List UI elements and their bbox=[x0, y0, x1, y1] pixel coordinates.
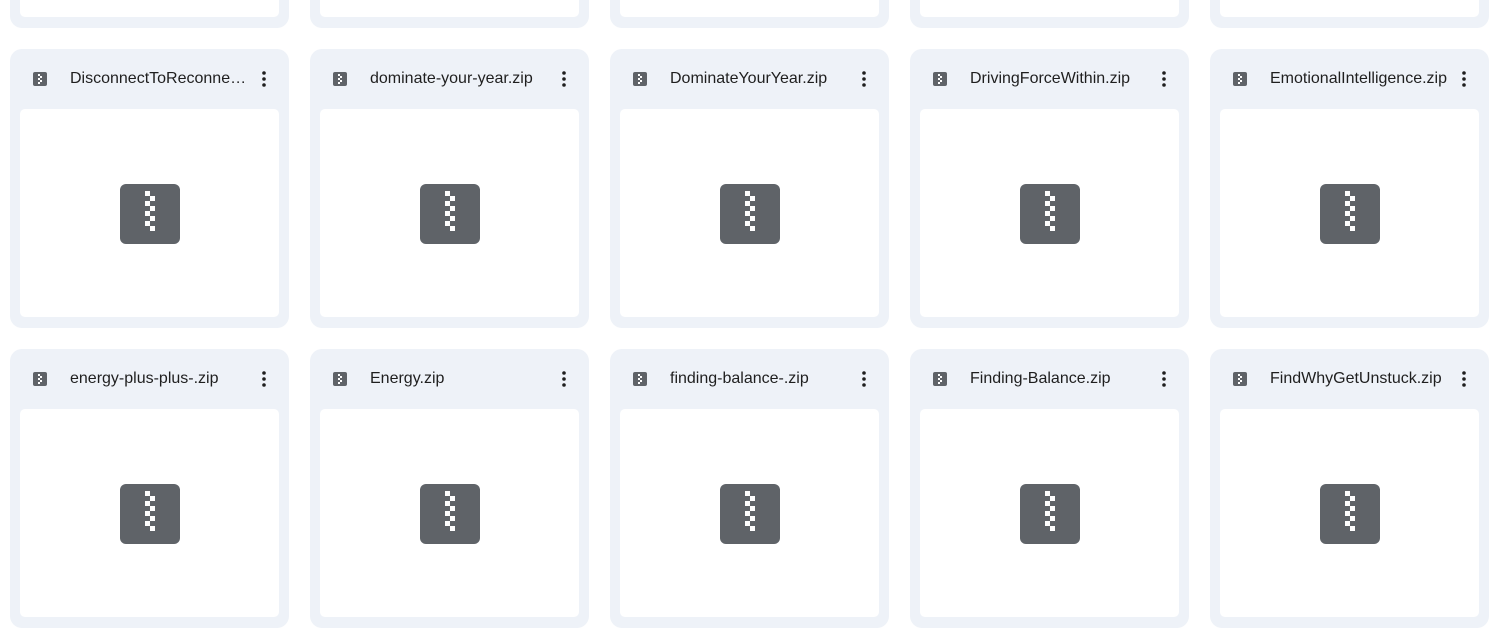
more-vert-icon bbox=[862, 371, 866, 387]
file-card[interactable]: DominateYourYear.zip bbox=[610, 49, 889, 328]
file-preview[interactable] bbox=[620, 0, 879, 17]
file-card-header: EmotionalIntelligence.zip bbox=[1210, 49, 1489, 109]
more-vert-icon bbox=[1162, 371, 1166, 387]
file-preview[interactable] bbox=[20, 109, 279, 317]
more-actions-button[interactable] bbox=[1149, 364, 1179, 394]
more-actions-button[interactable] bbox=[1449, 364, 1479, 394]
file-card[interactable]: Finding-Balance.zip bbox=[910, 349, 1189, 628]
file-card-header: dominate-your-year.zip bbox=[310, 49, 589, 109]
file-name: DominateYourYear.zip bbox=[670, 70, 828, 87]
file-preview[interactable] bbox=[20, 409, 279, 617]
file-card[interactable]: FindWhyGetUnstuck.zip bbox=[1210, 349, 1489, 628]
more-actions-button[interactable] bbox=[849, 64, 879, 94]
file-card[interactable]: DisconnectToReconnect.zip bbox=[10, 49, 289, 328]
file-preview[interactable] bbox=[320, 409, 579, 617]
zip-file-icon bbox=[633, 72, 647, 86]
more-vert-icon bbox=[862, 71, 866, 87]
more-vert-icon bbox=[1162, 71, 1166, 87]
file-card-header: Finding-Balance.zip bbox=[910, 349, 1189, 409]
more-actions-button[interactable] bbox=[249, 364, 279, 394]
file-card-header: DisconnectToReconnect.zip bbox=[10, 49, 289, 109]
file-preview[interactable] bbox=[1220, 109, 1479, 317]
more-actions-button[interactable] bbox=[1449, 64, 1479, 94]
file-card[interactable]: dominate-your-year.zip bbox=[310, 49, 589, 328]
zip-file-icon bbox=[1233, 72, 1247, 86]
file-preview[interactable] bbox=[320, 0, 579, 17]
file-card[interactable] bbox=[1210, 0, 1489, 28]
zip-preview-icon bbox=[1020, 184, 1080, 244]
file-name: DisconnectToReconnect.zip bbox=[70, 70, 250, 87]
zip-preview-icon bbox=[720, 484, 780, 544]
more-vert-icon bbox=[262, 371, 266, 387]
file-preview[interactable] bbox=[920, 109, 1179, 317]
file-card[interactable]: energy-plus-plus-.zip bbox=[10, 349, 289, 628]
file-card-header: energy-plus-plus-.zip bbox=[10, 349, 289, 409]
file-name: Energy.zip bbox=[370, 370, 445, 387]
zip-file-icon bbox=[333, 72, 347, 86]
zip-preview-icon bbox=[120, 484, 180, 544]
file-name: Finding-Balance.zip bbox=[970, 370, 1111, 387]
file-preview[interactable] bbox=[1220, 409, 1479, 617]
zip-preview-icon bbox=[720, 184, 780, 244]
file-card[interactable] bbox=[310, 0, 589, 28]
file-preview[interactable] bbox=[620, 109, 879, 317]
more-vert-icon bbox=[262, 71, 266, 87]
zip-preview-icon bbox=[1020, 484, 1080, 544]
more-vert-icon bbox=[1462, 371, 1466, 387]
file-card-header: DominateYourYear.zip bbox=[610, 49, 889, 109]
file-card-header: FindWhyGetUnstuck.zip bbox=[1210, 349, 1489, 409]
zip-preview-icon bbox=[1320, 184, 1380, 244]
file-card-header: Energy.zip bbox=[310, 349, 589, 409]
file-preview[interactable] bbox=[320, 109, 579, 317]
zip-file-icon bbox=[33, 372, 47, 386]
file-preview[interactable] bbox=[920, 409, 1179, 617]
zip-preview-icon bbox=[120, 184, 180, 244]
file-card-header: DrivingForceWithin.zip bbox=[910, 49, 1189, 109]
file-card[interactable] bbox=[610, 0, 889, 28]
file-name: dominate-your-year.zip bbox=[370, 70, 533, 87]
file-name: DrivingForceWithin.zip bbox=[970, 70, 1131, 87]
zip-file-icon bbox=[933, 72, 947, 86]
zip-file-icon bbox=[33, 72, 47, 86]
file-card[interactable] bbox=[10, 0, 289, 28]
more-actions-button[interactable] bbox=[849, 364, 879, 394]
more-vert-icon bbox=[562, 71, 566, 87]
file-grid: DisconnectToReconnect.zip dominate-your-y… bbox=[0, 0, 1490, 634]
more-actions-button[interactable] bbox=[549, 64, 579, 94]
zip-preview-icon bbox=[420, 184, 480, 244]
more-actions-button[interactable] bbox=[249, 64, 279, 94]
more-vert-icon bbox=[1462, 71, 1466, 87]
file-card[interactable]: DrivingForceWithin.zip bbox=[910, 49, 1189, 328]
file-card-header: finding-balance-.zip bbox=[610, 349, 889, 409]
file-preview[interactable] bbox=[920, 0, 1179, 17]
more-actions-button[interactable] bbox=[1149, 64, 1179, 94]
file-card[interactable]: EmotionalIntelligence.zip bbox=[1210, 49, 1489, 328]
file-card[interactable] bbox=[910, 0, 1189, 28]
more-actions-button[interactable] bbox=[549, 364, 579, 394]
zip-file-icon bbox=[633, 372, 647, 386]
file-name: energy-plus-plus-.zip bbox=[70, 370, 219, 387]
file-preview[interactable] bbox=[620, 409, 879, 617]
file-name: FindWhyGetUnstuck.zip bbox=[1270, 370, 1442, 387]
file-name: finding-balance-.zip bbox=[670, 370, 809, 387]
file-name: EmotionalIntelligence.zip bbox=[1270, 70, 1447, 87]
zip-preview-icon bbox=[420, 484, 480, 544]
zip-file-icon bbox=[1233, 372, 1247, 386]
file-preview[interactable] bbox=[1220, 0, 1479, 17]
file-card[interactable]: finding-balance-.zip bbox=[610, 349, 889, 628]
more-vert-icon bbox=[562, 371, 566, 387]
zip-file-icon bbox=[333, 372, 347, 386]
zip-preview-icon bbox=[1320, 484, 1380, 544]
file-preview[interactable] bbox=[20, 0, 279, 17]
file-card[interactable]: Energy.zip bbox=[310, 349, 589, 628]
zip-file-icon bbox=[933, 372, 947, 386]
